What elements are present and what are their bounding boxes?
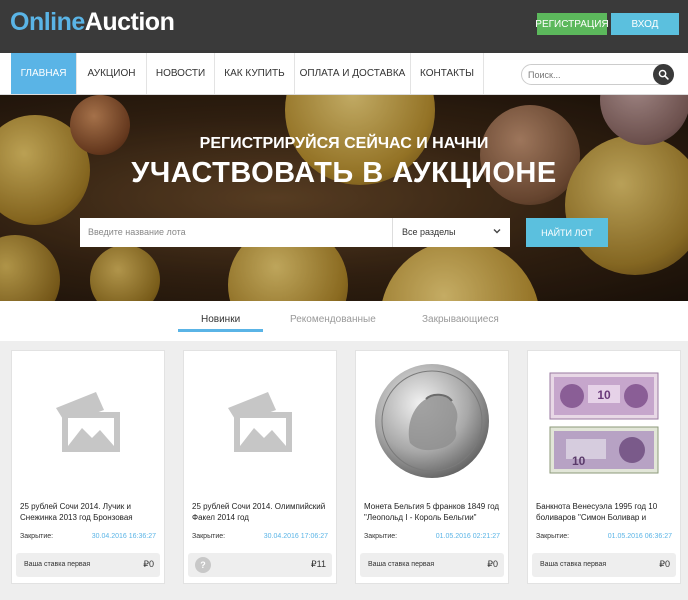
tab-recommended[interactable]: Рекомендованные [290, 314, 376, 325]
lot-bid-bar: Ваша ставка первая ₽0 [16, 553, 160, 577]
lot-bid-bar: Ваша ставка первая ₽0 [532, 553, 676, 577]
site-logo[interactable]: OnlineAuction [10, 8, 175, 37]
lot-close-date: 01.05.2016 02:21:27 [435, 533, 500, 540]
sections-select[interactable]: Все разделы [392, 218, 510, 247]
logo-part-online: Online [10, 8, 85, 36]
chevron-down-icon [493, 229, 501, 234]
register-button[interactable]: РЕГИСТРАЦИЯ [535, 13, 609, 35]
active-tab-indicator [178, 329, 263, 332]
sections-select-value: Все разделы [402, 227, 456, 237]
lot-title[interactable]: 25 рублей Сочи 2014. Олимпийский Факел 2… [192, 501, 330, 523]
lot-close-date: 30.04.2016 17:06:27 [263, 533, 328, 540]
lot-close-date: 01.05.2016 06:36:27 [607, 533, 672, 540]
image-placeholder-icon [228, 392, 292, 452]
nav-item-contacts[interactable]: КОНТАКТЫ [411, 53, 484, 94]
search-input[interactable] [528, 68, 648, 82]
lot-title[interactable]: Монета Бельгия 5 франков 1849 год "Леопо… [364, 501, 502, 523]
top-bar: OnlineAuction РЕГИСТРАЦИЯ ВХОД [0, 0, 688, 53]
lot-title[interactable]: Банкнота Венесуэла 1995 год 10 боливаров… [536, 501, 674, 523]
lot-image-coin[interactable] [356, 351, 508, 491]
hero-title: УЧАСТВОВАТЬ В АУКЦИОНЕ [131, 157, 557, 189]
lot-card[interactable]: 10 10 Банкнота Венесуэла 1995 год 10 бол… [527, 350, 681, 584]
bid-label: Ваша ставка первая [24, 561, 91, 568]
find-lot-button[interactable]: НАЙТИ ЛОТ [526, 218, 608, 247]
lot-search-placeholder: Введите название лота [88, 227, 186, 237]
search-box [521, 64, 674, 85]
main-nav: ГЛАВНАЯ АУКЦИОН НОВОСТИ КАК КУПИТЬ ОПЛАТ… [0, 53, 688, 95]
tab-new[interactable]: Новинки [201, 314, 240, 325]
lot-close-label: Закрытие: [536, 533, 570, 540]
lot-bid-bar: ? ₽11 [188, 553, 332, 577]
tab-closing[interactable]: Закрывающиеся [422, 314, 499, 325]
search-icon [658, 69, 669, 80]
bid-value: ₽0 [143, 559, 154, 569]
lot-close-label: Закрытие: [364, 533, 398, 540]
silver-coin-image [375, 364, 489, 478]
search-button[interactable] [653, 64, 674, 85]
question-icon[interactable]: ? [195, 557, 211, 573]
bid-value: ₽0 [487, 559, 498, 569]
lot-image-banknote[interactable]: 10 10 [528, 351, 680, 491]
lot-close-date: 30.04.2016 16:36:27 [91, 533, 156, 540]
image-placeholder-icon [56, 392, 120, 452]
svg-text:10: 10 [597, 388, 611, 402]
hero-overlay [0, 95, 688, 301]
nav-item-how-to-buy[interactable]: КАК КУПИТЬ [215, 53, 295, 94]
nav-item-auction[interactable]: АУКЦИОН [77, 53, 147, 94]
bid-value: ₽0 [659, 559, 670, 569]
bid-label: Ваша ставка первая [368, 561, 435, 568]
lot-close-label: Закрытие: [20, 533, 54, 540]
lot-card[interactable]: Монета Бельгия 5 франков 1849 год "Леопо… [355, 350, 509, 584]
hero-banner: РЕГИСТРИРУЙСЯ СЕЙЧАС И НАЧНИ УЧАСТВОВАТЬ… [0, 95, 688, 301]
lot-image-placeholder[interactable] [12, 351, 164, 491]
lot-title[interactable]: 25 рублей Сочи 2014. Лучик и Снежинка 20… [20, 501, 158, 523]
login-button[interactable]: ВХОД [611, 13, 679, 35]
nav-item-news[interactable]: НОВОСТИ [147, 53, 215, 94]
svg-text:10: 10 [572, 454, 586, 468]
logo-part-auction: Auction [84, 8, 175, 36]
nav-item-payment-delivery[interactable]: ОПЛАТА И ДОСТАВКА [295, 53, 411, 94]
nav-item-home[interactable]: ГЛАВНАЯ [11, 53, 77, 94]
lot-close-label: Закрытие: [192, 533, 226, 540]
lot-tabs: Новинки Рекомендованные Закрывающиеся [0, 301, 688, 341]
lot-image-placeholder[interactable] [184, 351, 336, 491]
lot-card[interactable]: 25 рублей Сочи 2014. Лучик и Снежинка 20… [11, 350, 165, 584]
lot-search-input[interactable]: Введите название лота [80, 218, 392, 247]
hero-subtitle: РЕГИСТРИРУЙСЯ СЕЙЧАС И НАЧНИ [199, 135, 489, 152]
bid-label: Ваша ставка первая [540, 561, 607, 568]
bid-value: ₽11 [310, 559, 326, 569]
lot-bid-bar: Ваша ставка первая ₽0 [360, 553, 504, 577]
banknote-image: 10 10 [549, 372, 659, 474]
lot-card[interactable]: 25 рублей Сочи 2014. Олимпийский Факел 2… [183, 350, 337, 584]
